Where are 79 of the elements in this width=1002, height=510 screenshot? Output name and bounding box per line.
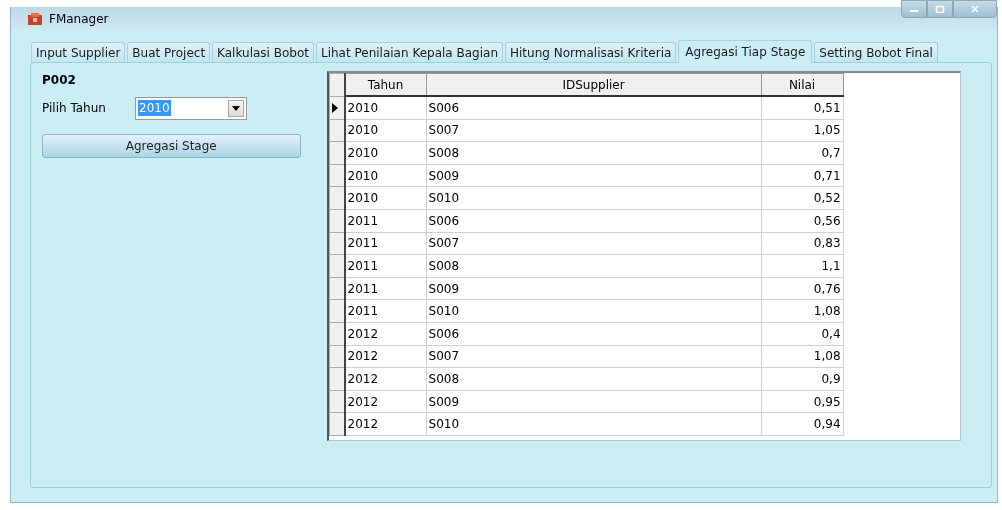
table-cell: S008 <box>426 367 762 391</box>
table-cell: 2010 <box>344 141 427 165</box>
row-header[interactable] <box>329 390 345 413</box>
row-header[interactable] <box>329 367 345 391</box>
column-header[interactable]: Nilai <box>761 73 844 96</box>
project-code: P002 <box>42 72 77 89</box>
tab[interactable]: Hitung Normalisasi Kriteria <box>505 42 677 62</box>
table-cell: 2011 <box>344 254 427 278</box>
table-cell: 0,71 <box>761 164 844 187</box>
row-header[interactable] <box>329 322 345 346</box>
table-cell: 2011 <box>344 232 427 255</box>
tab[interactable]: Input Supplier <box>31 42 126 62</box>
tab[interactable]: Agregasi Tiap Stage <box>678 40 813 63</box>
tab[interactable]: Setting Bobot Final <box>814 42 938 62</box>
year-label: Pilih Tahun <box>42 101 107 115</box>
table-cell: S008 <box>426 254 762 278</box>
table-cell: 0,94 <box>761 412 844 436</box>
table-cell: 1,1 <box>761 254 844 278</box>
table-cell: S010 <box>426 186 762 210</box>
table-cell: 0,51 <box>761 96 844 120</box>
table-cell: S010 <box>426 412 762 436</box>
table-cell: 0,95 <box>761 390 844 413</box>
dropdown-arrow-icon <box>232 105 240 111</box>
table-cell: S007 <box>426 345 762 368</box>
row-header[interactable] <box>329 277 345 300</box>
current-row-icon <box>331 102 338 113</box>
row-header[interactable] <box>329 119 345 142</box>
row-header[interactable] <box>329 164 345 187</box>
row-header[interactable] <box>329 299 345 323</box>
table-cell: 2011 <box>344 277 427 300</box>
tab[interactable]: Kalkulasi Bobot <box>212 42 314 62</box>
table-cell: S008 <box>426 141 762 165</box>
table-cell: 0,52 <box>761 186 844 210</box>
table-cell: 1,08 <box>761 345 844 368</box>
table-cell: 2012 <box>344 322 427 346</box>
table-cell: 0,56 <box>761 209 844 233</box>
table-cell: S007 <box>426 119 762 142</box>
table-cell: S007 <box>426 232 762 255</box>
table-cell: 2011 <box>344 299 427 323</box>
table-cell: S006 <box>426 96 762 120</box>
table-cell: 0,4 <box>761 322 844 346</box>
table-cell: 0,9 <box>761 367 844 391</box>
table-cell: 1,05 <box>761 119 844 142</box>
table-cell: 2011 <box>344 209 427 233</box>
row-header[interactable] <box>329 412 345 436</box>
column-header[interactable]: Tahun <box>344 73 427 96</box>
table-cell: 1,08 <box>761 299 844 323</box>
tab[interactable]: Buat Project <box>127 42 211 62</box>
table-cell: S006 <box>426 322 762 346</box>
table-cell: 2010 <box>344 186 427 210</box>
table-cell: 0,76 <box>761 277 844 300</box>
row-header[interactable] <box>329 186 345 210</box>
table-cell: 0,83 <box>761 232 844 255</box>
maximize-icon <box>935 5 945 13</box>
app-icon <box>27 11 43 26</box>
row-header[interactable] <box>329 141 345 165</box>
row-header[interactable] <box>329 254 345 278</box>
table-cell: S010 <box>426 299 762 323</box>
table-cell: 2010 <box>344 96 427 120</box>
row-header[interactable] <box>329 96 345 120</box>
table-cell: 2012 <box>344 390 427 413</box>
table-cell: 2010 <box>344 119 427 142</box>
table-cell: S009 <box>426 390 762 413</box>
table-cell: 2012 <box>344 412 427 436</box>
table-cell: 0,7 <box>761 141 844 165</box>
row-header[interactable] <box>329 209 345 233</box>
column-header[interactable]: IDSupplier <box>426 73 762 96</box>
window-title: FManager <box>49 11 109 26</box>
table-cell: 2012 <box>344 345 427 368</box>
table-cell: S009 <box>426 164 762 187</box>
table-cell: S009 <box>426 277 762 300</box>
table-cell: 2012 <box>344 367 427 391</box>
row-header[interactable] <box>329 345 345 368</box>
row-header[interactable] <box>329 232 345 255</box>
tab[interactable]: Lihat Penilaian Kepala Bagian <box>315 42 503 62</box>
close-icon <box>970 5 980 13</box>
table-cell: 2010 <box>344 164 427 187</box>
agregasi-button[interactable]: Agregasi Stage <box>42 134 301 158</box>
table-cell: S006 <box>426 209 762 233</box>
